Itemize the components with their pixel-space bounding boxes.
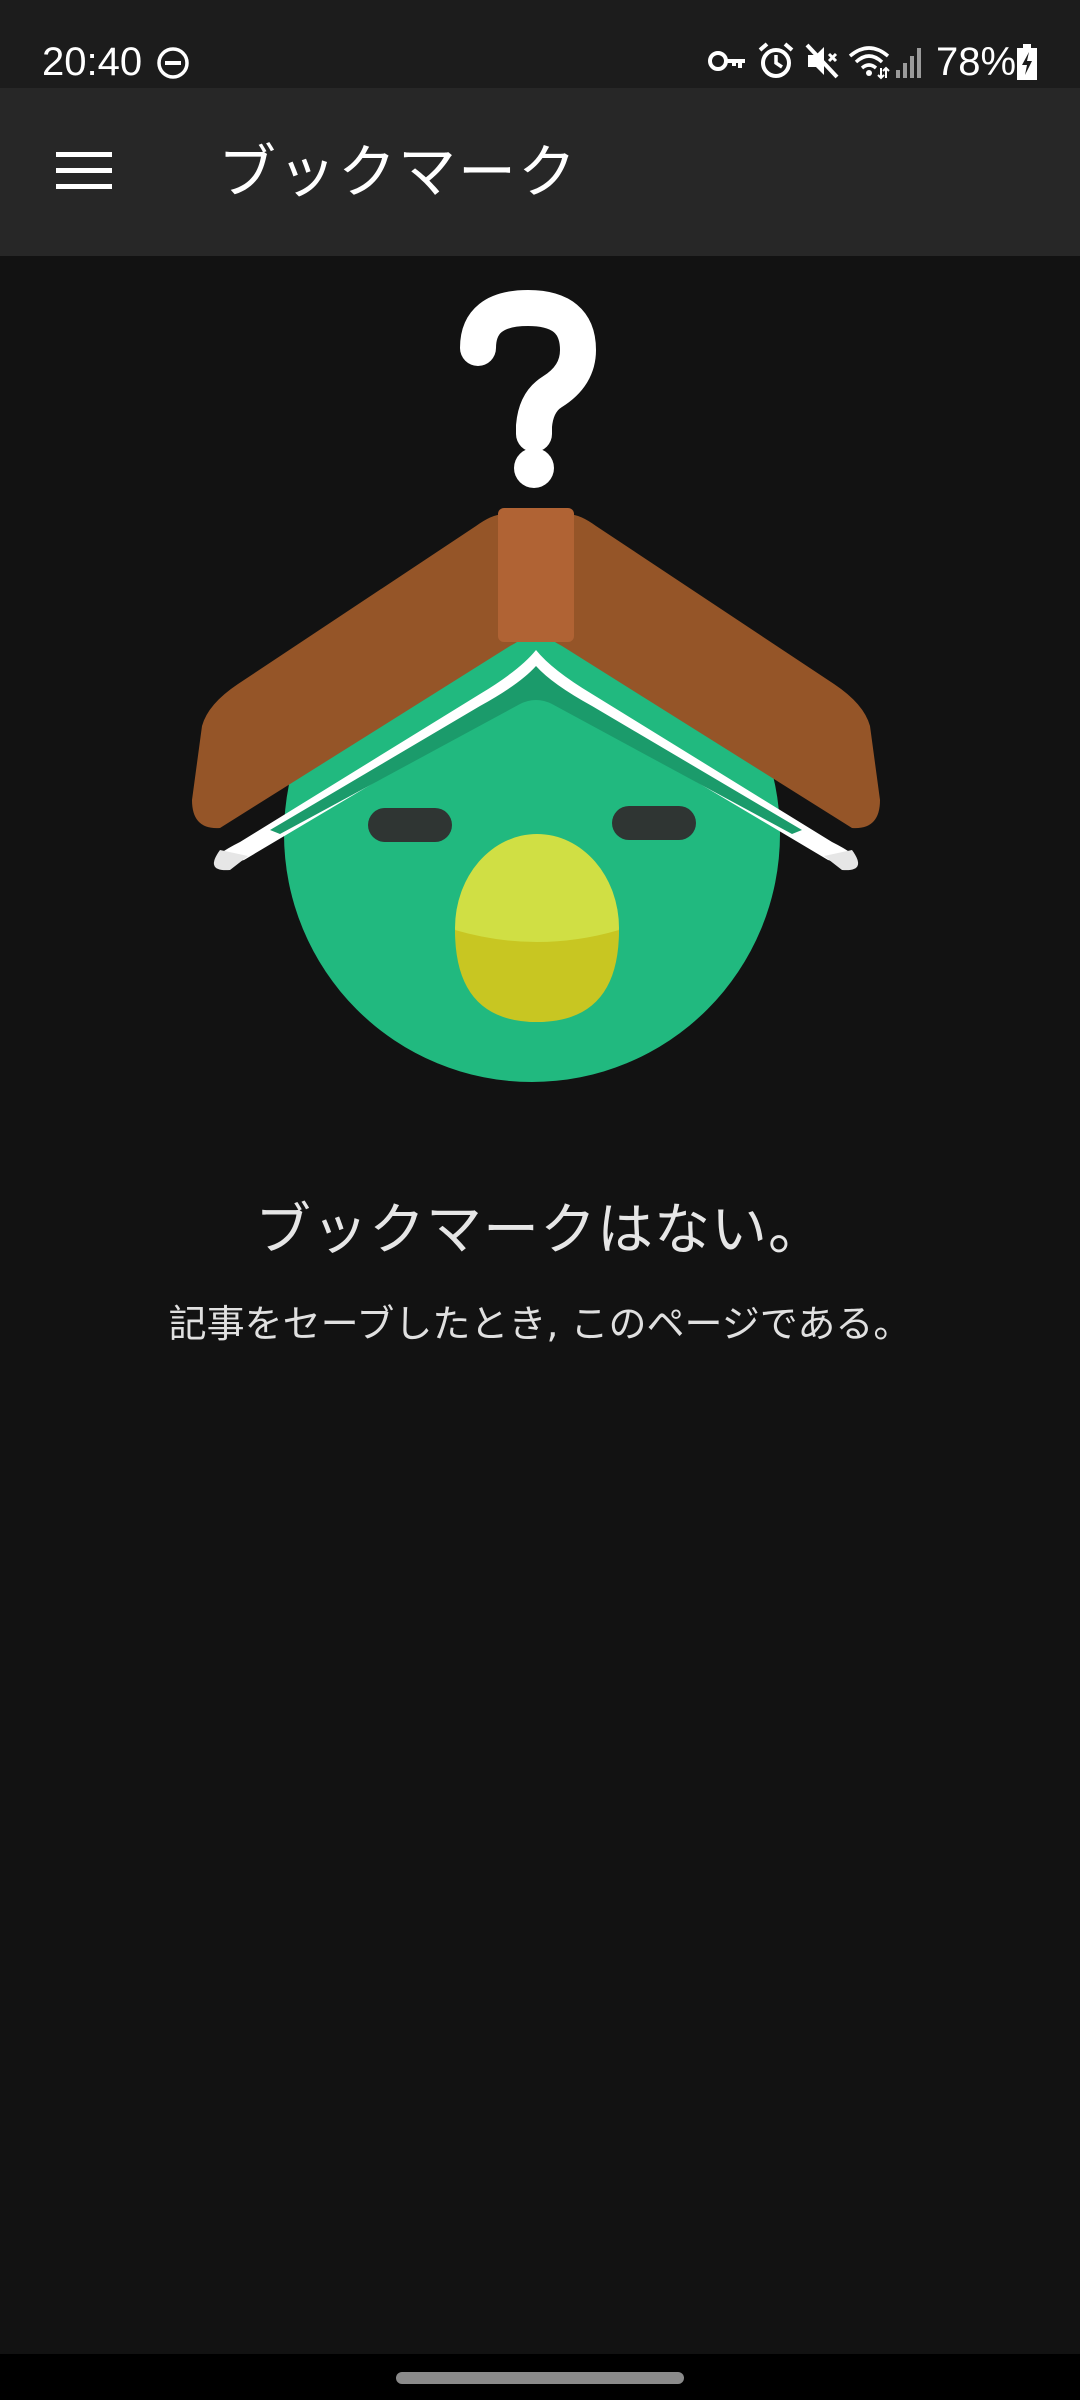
question-mark-icon <box>460 290 596 488</box>
vpn-key-icon <box>708 51 745 71</box>
app-bar: ブックマーク <box>0 88 1080 256</box>
battery-charging-icon <box>1017 44 1037 80</box>
signal-icon <box>896 48 921 78</box>
menu-button[interactable] <box>36 132 132 212</box>
navigation-bar <box>0 2354 1080 2400</box>
status-bar: 20:40 78% <box>0 0 1080 88</box>
home-gesture-handle[interactable] <box>396 2372 684 2384</box>
battery-percent: 78% <box>936 40 1017 84</box>
empty-state-subtitle: 記事をセーブしたとき, このページである。 <box>168 1302 912 1346</box>
mute-icon <box>805 43 839 79</box>
hamburger-menu-icon <box>56 152 112 189</box>
empty-bookmarks-illustration <box>192 290 880 1082</box>
do-not-disturb-icon <box>157 47 189 79</box>
alarm-icon <box>758 42 794 78</box>
page-title: ブックマーク <box>218 138 579 206</box>
empty-state-title: ブックマークはない。 <box>255 1198 825 1263</box>
wifi-icon <box>848 46 890 80</box>
status-time: 20:40 <box>42 40 143 84</box>
